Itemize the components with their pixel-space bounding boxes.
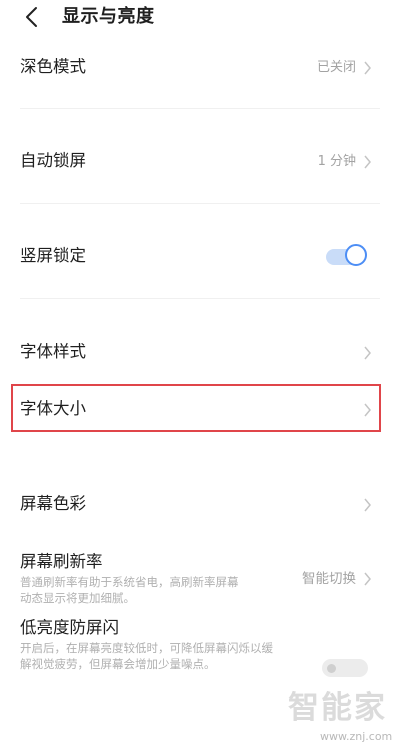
settings-row-font-style[interactable]: 字体样式 xyxy=(0,337,400,367)
description-line: 开启后，在屏幕亮度较低时，可降低屏幕闪烁以缓 xyxy=(20,641,273,655)
chevron-right-icon xyxy=(364,346,371,360)
divider xyxy=(20,203,380,204)
description-line: 普通刷新率有助于系统省电，高刷新率屏幕 xyxy=(20,575,239,589)
toggle-knob xyxy=(345,244,367,266)
row-label: 字体样式 xyxy=(20,342,86,361)
row-label: 自动锁屏 xyxy=(20,151,86,170)
row-label: 深色模式 xyxy=(20,57,86,76)
watermark-logo: 智能家 www.znj.com xyxy=(288,690,398,752)
back-arrow-icon[interactable] xyxy=(22,6,44,28)
chevron-right-icon xyxy=(364,572,371,586)
settings-row-anti-flicker: 低亮度防屏闪 开启后，在屏幕亮度较低时，可降低屏幕闪烁以缓 解视觉疲劳，但屏幕会… xyxy=(0,615,400,685)
portrait-lock-toggle[interactable] xyxy=(322,243,372,271)
row-description: 普通刷新率有助于系统省电，高刷新率屏幕 动态显示将更加细腻。 xyxy=(20,574,290,606)
settings-row-screen-color[interactable]: 屏幕色彩 xyxy=(0,489,400,519)
highlight-box xyxy=(11,384,381,432)
description-line: 动态显示将更加细腻。 xyxy=(20,591,135,605)
row-value: 1 分钟 xyxy=(317,154,356,169)
settings-row-portrait-lock: 竖屏锁定 xyxy=(0,240,400,272)
row-value: 已关闭 xyxy=(316,60,356,75)
chevron-right-icon xyxy=(364,61,371,75)
chevron-right-icon xyxy=(364,498,371,512)
row-label: 低亮度防屏闪 xyxy=(20,618,119,637)
page-title: 显示与亮度 xyxy=(62,6,155,27)
chevron-right-icon xyxy=(364,155,371,169)
settings-row-refresh-rate[interactable]: 屏幕刷新率 智能切换 普通刷新率有助于系统省电，高刷新率屏幕 动态显示将更加细腻… xyxy=(0,550,400,610)
row-value: 智能切换 xyxy=(302,571,356,587)
description-line: 解视觉疲劳，但屏幕会增加少量噪点。 xyxy=(20,657,216,671)
header-bar: 显示与亮度 xyxy=(0,0,400,42)
settings-row-auto-lock[interactable]: 自动锁屏 1 分钟 xyxy=(0,146,400,176)
divider xyxy=(20,108,380,109)
row-label: 屏幕刷新率 xyxy=(20,552,103,571)
toggle-knob xyxy=(327,664,336,673)
row-label: 竖屏锁定 xyxy=(20,246,86,265)
anti-flicker-toggle[interactable] xyxy=(322,657,370,679)
divider xyxy=(20,298,380,299)
row-description: 开启后，在屏幕亮度较低时，可降低屏幕闪烁以缓 解视觉疲劳，但屏幕会增加少量噪点。 xyxy=(20,640,320,672)
row-label: 屏幕色彩 xyxy=(20,494,86,513)
settings-row-dark-mode[interactable]: 深色模式 已关闭 xyxy=(0,52,400,82)
watermark-url: www.znj.com xyxy=(320,730,393,743)
watermark-text: 智能家 xyxy=(288,690,387,726)
